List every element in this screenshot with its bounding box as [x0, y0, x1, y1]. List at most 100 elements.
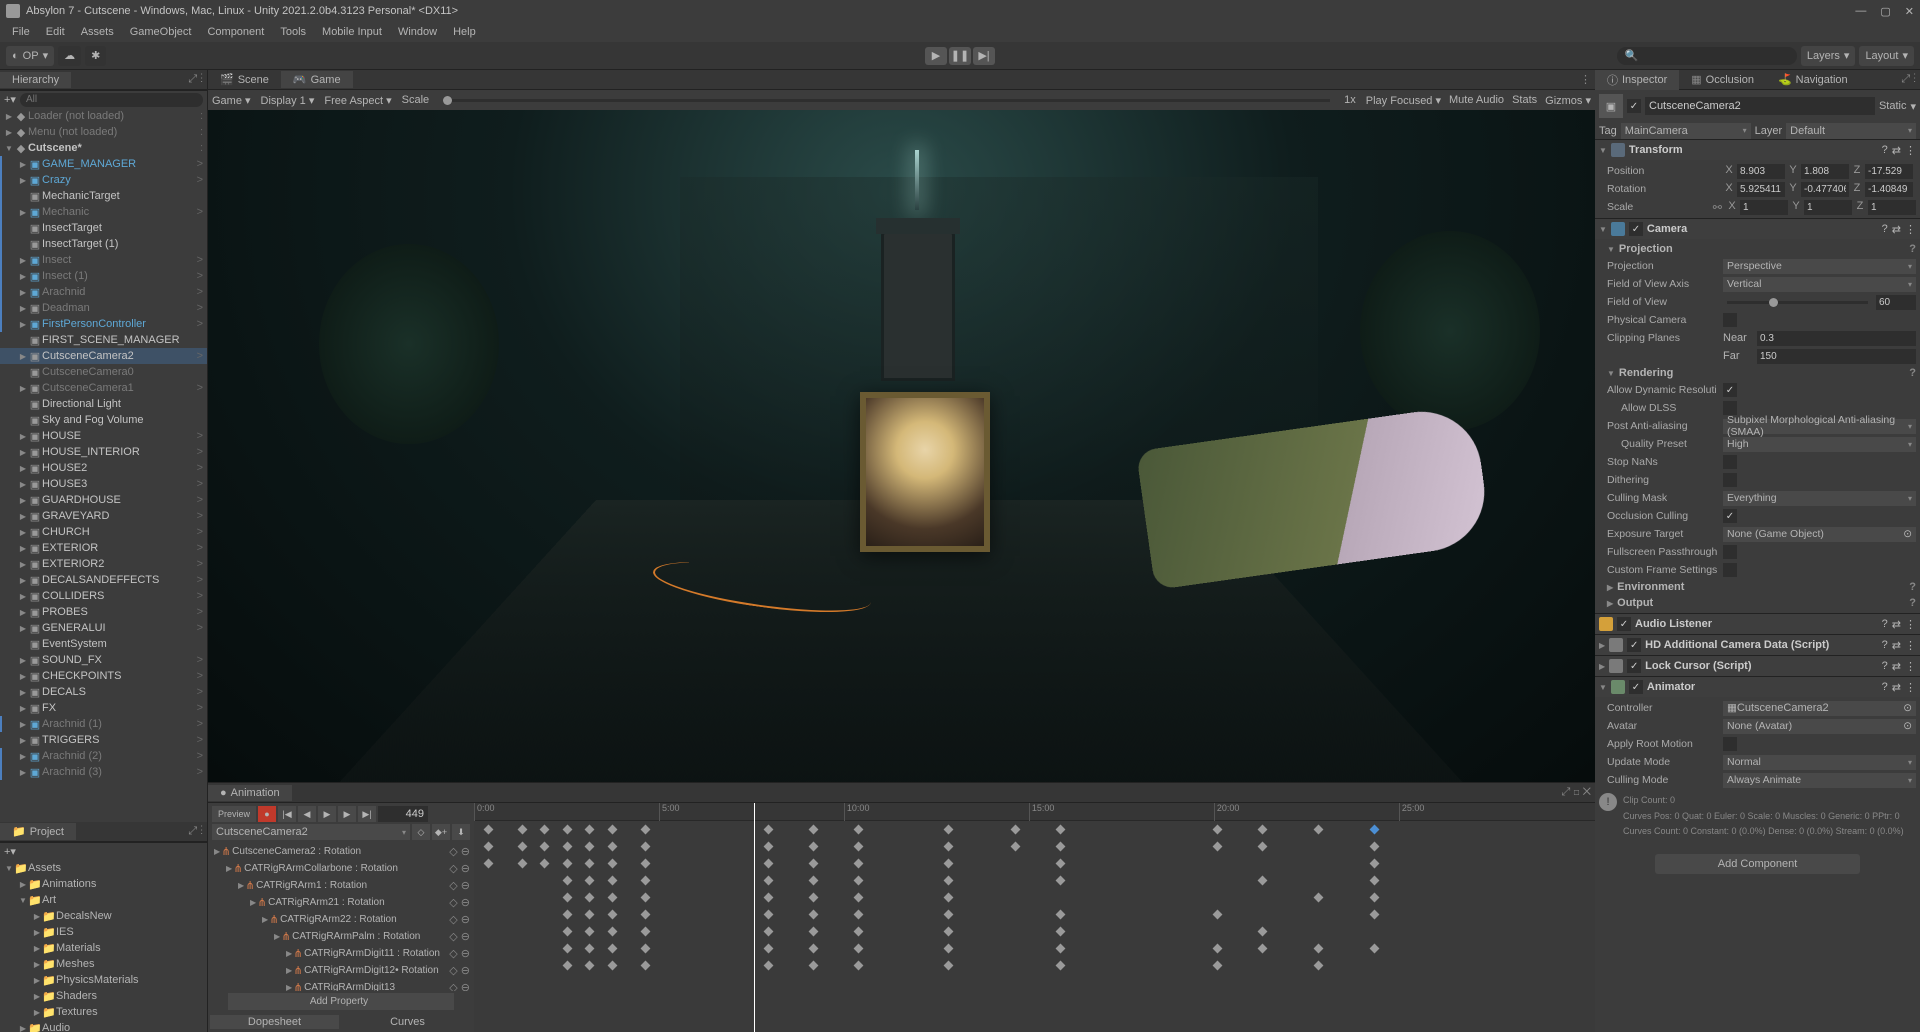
project-item[interactable]: ▶📁Materials: [0, 940, 207, 956]
hierarchy-item[interactable]: ▶▣Mechanic>: [0, 204, 207, 220]
project-item[interactable]: ▶📁DecalsNew: [0, 908, 207, 924]
fullpass-checkbox[interactable]: [1723, 545, 1737, 559]
update-mode-dropdown[interactable]: Normal: [1723, 755, 1916, 770]
hierarchy-item[interactable]: ▶▣Insect (1)>: [0, 268, 207, 284]
menu-file[interactable]: File: [4, 24, 38, 40]
play-anim-button[interactable]: ▶: [318, 806, 336, 822]
navigation-tab[interactable]: ⛳ Navigation: [1766, 71, 1860, 88]
project-item[interactable]: ▶📁Meshes: [0, 956, 207, 972]
dopesheet-tab[interactable]: Dopesheet: [210, 1015, 339, 1029]
hierarchy-item[interactable]: ▶▣Crazy>: [0, 172, 207, 188]
panel-menu-icon[interactable]: ⤢ ⋮: [188, 73, 207, 86]
occlusion-tab[interactable]: ▦ Occlusion: [1679, 71, 1766, 88]
animation-tab[interactable]: ● Animation: [208, 785, 292, 801]
project-item[interactable]: ▶📁Audio: [0, 1020, 207, 1032]
hierarchy-item[interactable]: ▶◆Menu (not loaded):: [0, 124, 207, 140]
hierarchy-item[interactable]: ▣MechanicTarget: [0, 188, 207, 204]
animation-track[interactable]: ▶ ⋔ CATRigRArmDigit11 : Rotation◇ ⊖: [208, 945, 474, 962]
rot-z[interactable]: [1865, 182, 1913, 197]
gameobject-name-field[interactable]: [1645, 97, 1875, 115]
hierarchy-item[interactable]: ▼◆Cutscene*:: [0, 140, 207, 156]
menu-component[interactable]: Component: [199, 24, 272, 40]
animation-track[interactable]: ▶ ⋔ CATRigRArm22 : Rotation◇ ⊖: [208, 911, 474, 928]
pos-z[interactable]: [1865, 164, 1913, 179]
help-icon[interactable]: ?: [1882, 223, 1888, 236]
rootmotion-checkbox[interactable]: [1723, 737, 1737, 751]
add-event-icon[interactable]: ⬇: [452, 824, 470, 840]
near-field[interactable]: [1757, 331, 1916, 346]
hierarchy-item[interactable]: ▶▣HOUSE>: [0, 428, 207, 444]
animation-track[interactable]: ▶ ⋔ CATRigRArm1 : Rotation◇ ⊖: [208, 877, 474, 894]
project-item[interactable]: ▶📁Animations: [0, 876, 207, 892]
hierarchy-item[interactable]: ▶▣GUARDHOUSE>: [0, 492, 207, 508]
hierarchy-item[interactable]: ▶▣GENERALUI>: [0, 620, 207, 636]
animation-track[interactable]: ▶ ⋔ CATRigRArmDigit12• Rotation◇ ⊖: [208, 962, 474, 979]
hierarchy-item[interactable]: ▣CutsceneCamera0: [0, 364, 207, 380]
transform-header[interactable]: ▼ Transform ?⇄⋮: [1595, 140, 1920, 160]
scene-tab[interactable]: 🎬 Scene: [208, 71, 281, 88]
cloud-button[interactable]: ☁: [58, 46, 81, 66]
last-frame-button[interactable]: ▶|: [358, 806, 376, 822]
custom-frame-checkbox[interactable]: [1723, 563, 1737, 577]
animation-track[interactable]: ▶ ⋔ CATRigRArmPalm : Rotation◇ ⊖: [208, 928, 474, 945]
postaa-dropdown[interactable]: Subpixel Morphological Anti-aliasing (SM…: [1723, 419, 1916, 434]
lockcursor-enabled-checkbox[interactable]: [1627, 659, 1641, 673]
hierarchy-item[interactable]: ▣FIRST_SCENE_MANAGER: [0, 332, 207, 348]
hierarchy-item[interactable]: ▶▣HOUSE2>: [0, 460, 207, 476]
create-dropdown-icon[interactable]: +▾: [4, 93, 16, 106]
add-keyframe-icon[interactable]: ◆+: [432, 824, 450, 840]
project-item[interactable]: ▶📁PhysicsMaterials: [0, 972, 207, 988]
tag-dropdown[interactable]: MainCamera: [1621, 123, 1751, 139]
hierarchy-item[interactable]: ▶▣PROBES>: [0, 604, 207, 620]
panel-menu-icon[interactable]: ⤢ ⋮: [188, 825, 207, 838]
help-icon[interactable]: ?: [1882, 144, 1888, 157]
hierarchy-item[interactable]: ▣Directional Light: [0, 396, 207, 412]
animator-enabled-checkbox[interactable]: [1629, 680, 1643, 694]
project-item[interactable]: ▶📁Textures: [0, 1004, 207, 1020]
stats-toggle[interactable]: Stats: [1512, 94, 1537, 107]
hierarchy-item[interactable]: ▶▣GAME_MANAGER>: [0, 156, 207, 172]
scl-x[interactable]: [1740, 200, 1788, 215]
hierarchy-item[interactable]: ▶▣CHURCH>: [0, 524, 207, 540]
pause-button[interactable]: ❚❚: [949, 47, 971, 65]
menu-icon[interactable]: ⋮: [1905, 144, 1916, 157]
gameobject-icon[interactable]: ▣: [1599, 94, 1623, 118]
hierarchy-item[interactable]: ▣EventSystem: [0, 636, 207, 652]
account-dropdown[interactable]: ◐ OP ▾: [6, 46, 54, 66]
rot-y[interactable]: [1801, 182, 1849, 197]
play-focused-dropdown[interactable]: Play Focused ▾: [1366, 94, 1441, 107]
animation-track[interactable]: ▶ ⋔ CATRigRArm21 : Rotation◇ ⊖: [208, 894, 474, 911]
fov-slider[interactable]: [1727, 301, 1868, 304]
next-frame-button[interactable]: ▶: [338, 806, 356, 822]
physical-camera-checkbox[interactable]: [1723, 313, 1737, 327]
controller-field[interactable]: ▦ CutsceneCamera2: [1723, 701, 1916, 716]
hierarchy-item[interactable]: ▶▣GRAVEYARD>: [0, 508, 207, 524]
menu-help[interactable]: Help: [445, 24, 484, 40]
hierarchy-item[interactable]: ▣Sky and Fog Volume: [0, 412, 207, 428]
services-button[interactable]: ✱: [85, 46, 106, 66]
close-icon[interactable]: ✕: [1905, 5, 1914, 18]
hierarchy-item[interactable]: ▶▣CutsceneCamera1>: [0, 380, 207, 396]
hierarchy-item[interactable]: ▶▣COLLIDERS>: [0, 588, 207, 604]
hierarchy-tree[interactable]: ▶◆Loader (not loaded):▶◆Menu (not loaded…: [0, 108, 207, 822]
prev-frame-button[interactable]: ◀: [298, 806, 316, 822]
culling-mode-dropdown[interactable]: Always Animate: [1723, 773, 1916, 788]
hierarchy-item[interactable]: ▶▣HOUSE_INTERIOR>: [0, 444, 207, 460]
menu-tools[interactable]: Tools: [272, 24, 314, 40]
game-dropdown[interactable]: Game ▾: [212, 94, 251, 107]
gizmos-dropdown[interactable]: Gizmos ▾: [1545, 94, 1591, 107]
link-icon[interactable]: ⚯: [1713, 201, 1722, 214]
fov-field[interactable]: [1876, 295, 1916, 310]
maximize-icon[interactable]: ▢: [1880, 5, 1890, 18]
projection-dropdown[interactable]: Perspective: [1723, 259, 1916, 274]
curves-tab[interactable]: Curves: [343, 1015, 472, 1029]
project-item[interactable]: ▶📁Shaders: [0, 988, 207, 1004]
create-icon[interactable]: +▾: [4, 845, 16, 858]
scl-z[interactable]: [1868, 200, 1916, 215]
step-button[interactable]: ▶|: [973, 47, 995, 65]
preset-icon[interactable]: ⇄: [1892, 223, 1901, 236]
hierarchy-item[interactable]: ▶▣FX>: [0, 700, 207, 716]
animation-track[interactable]: ▶ ⋔ CutsceneCamera2 : Rotation◇ ⊖: [208, 843, 474, 860]
dither-checkbox[interactable]: [1723, 473, 1737, 487]
panel-menu-icon[interactable]: ⋮: [1580, 73, 1595, 86]
